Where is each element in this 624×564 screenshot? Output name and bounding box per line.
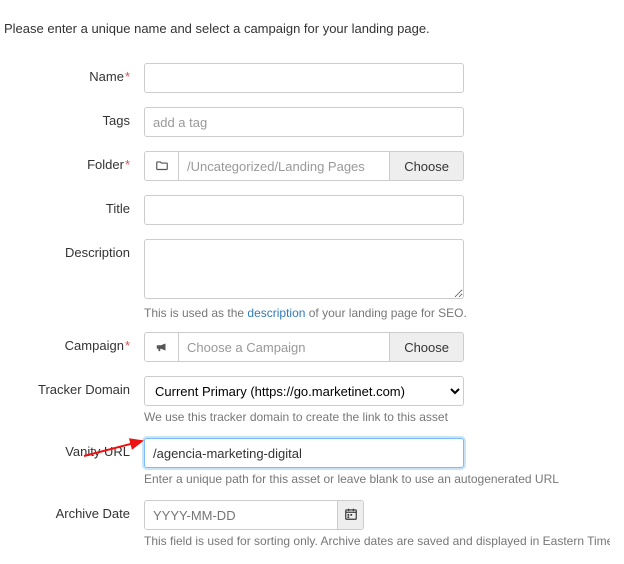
archive-date-label: Archive Date [4, 500, 144, 521]
campaign-input [179, 333, 389, 361]
description-textarea[interactable] [144, 239, 464, 299]
name-input[interactable] [144, 63, 464, 93]
folder-label: Folder* [4, 151, 144, 172]
title-input[interactable] [144, 195, 464, 225]
vanity-url-label: Vanity URL [4, 438, 144, 459]
tracker-domain-select[interactable]: Current Primary (https://go.marketinet.c… [144, 376, 464, 406]
calendar-button[interactable] [337, 501, 364, 529]
calendar-icon [344, 507, 358, 524]
archive-date-help: This field is used for sorting only. Arc… [144, 534, 610, 548]
description-help: This is used as the description of your … [144, 306, 610, 320]
folder-choose-button[interactable]: Choose [389, 152, 463, 180]
campaign-choose-button[interactable]: Choose [389, 333, 463, 361]
name-label: Name* [4, 63, 144, 84]
tracker-domain-label: Tracker Domain [4, 376, 144, 397]
title-label: Title [4, 195, 144, 216]
campaign-label: Campaign* [4, 332, 144, 353]
bullhorn-icon [145, 333, 179, 361]
vanity-url-input[interactable] [144, 438, 464, 468]
description-label: Description [4, 239, 144, 260]
intro-text: Please enter a unique name and select a … [0, 13, 624, 50]
tags-input[interactable] [144, 107, 464, 137]
archive-date-input[interactable] [145, 501, 337, 529]
tracker-domain-help: We use this tracker domain to create the… [144, 410, 610, 424]
description-link[interactable]: description [247, 306, 305, 320]
folder-icon [145, 152, 179, 180]
tags-label: Tags [4, 107, 144, 128]
folder-input [179, 152, 389, 180]
vanity-url-help: Enter a unique path for this asset or le… [144, 472, 610, 486]
